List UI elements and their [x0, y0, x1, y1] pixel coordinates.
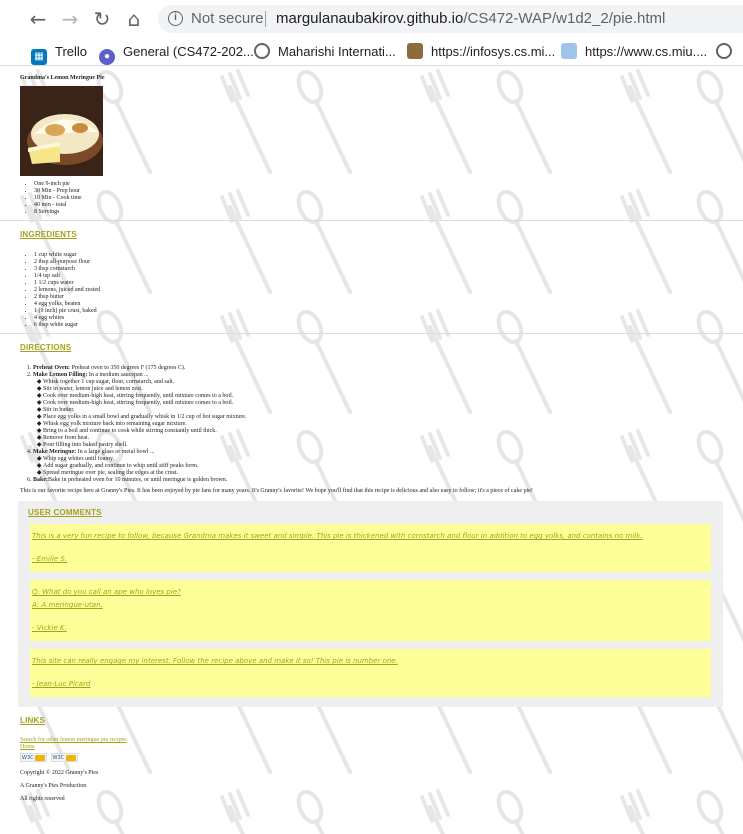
w3c-html-badge[interactable]: W3C [20, 753, 47, 762]
list-item: Whip egg whites until foamy. [43, 456, 725, 463]
home-icon[interactable]: ⌂ [123, 8, 145, 30]
bookmark-overflow[interactable] [716, 42, 740, 62]
intro-paragraph: This is our favorite recipe here at Gran… [20, 488, 533, 494]
comment-author: - Emilie S. [32, 555, 68, 563]
comment-card: This site can really engage my interest.… [30, 649, 711, 697]
list-item: 3 tbsp cornstarch [34, 266, 725, 273]
list-item: 1 (9 inch) pie crust, baked [34, 308, 725, 315]
list-item: 30 Min - Prep hour [34, 188, 725, 195]
list-item: Cook over medium-high heat, stirring fre… [43, 393, 725, 400]
list-item: 40 min - total [34, 202, 725, 209]
page-viewport: Grandma's Lemon Meringue Pie One 9-inch … [0, 67, 743, 834]
bookmark-teams[interactable]: ● General (CS472-202... [99, 42, 254, 65]
list-item: 2 tbsp butter [34, 294, 725, 301]
links-section: LINKS Search for other lemon meringue pi… [20, 717, 725, 762]
comment-text: This site can really engage my interest.… [32, 657, 398, 665]
list-item: 2 lemons, juiced and zested [34, 287, 725, 294]
list-item: 1 cup white sugar [34, 252, 725, 259]
recipe-summary-list: One 9-inch pie 30 Min - Prep hour 10 Min… [20, 181, 725, 216]
section-divider [0, 333, 743, 334]
production-text: A Granny's Pies Production [20, 783, 87, 789]
list-item: Whisk together 1 cup sugar, flour, corns… [43, 379, 725, 386]
teams-icon: ● [99, 49, 115, 65]
list-item: Stir in water, lemon juice and lemon zes… [43, 386, 725, 393]
comments-heading: USER COMMENTS [28, 508, 102, 517]
list-item: Spread meringue over pie, sealing the ed… [43, 470, 725, 477]
pie-photo [20, 86, 103, 176]
rights-text: All rights reserved [20, 796, 65, 802]
list-item: 1 1/2 cups water [34, 280, 725, 287]
ingredients-heading: INGREDIENTS [20, 230, 77, 239]
browser-toolbar: ← → ↻ ⌂ i Not secure margulanaubakirov.g… [0, 0, 743, 38]
reload-icon[interactable]: ↻ [91, 8, 113, 30]
bookmarks-bar: ▦ Trello ● General (CS472-202... Maharishi… [0, 38, 743, 66]
list-item: 2 tbsp all-purpose flour [34, 259, 725, 266]
globe-icon [716, 43, 732, 59]
w3c-css-badge[interactable]: W3C [50, 753, 78, 762]
links-heading: LINKS [20, 716, 45, 725]
direction-step: Make Lemon Filling: In a medium saucepan… [33, 372, 725, 449]
list-item: 8 Servings [34, 209, 725, 216]
list-item: 10 Min - Cook time [34, 195, 725, 202]
direction-step: Make Meringue: In a large glass or metal… [33, 449, 725, 477]
info-icon[interactable]: i [168, 11, 183, 26]
trello-icon: ▦ [31, 49, 47, 65]
list-item: One 9-inch pie [34, 181, 725, 188]
list-item: Remove from heat. [43, 435, 725, 442]
bookmark-cs-miu[interactable]: https://www.cs.miu.... [561, 42, 707, 62]
bookmark-maharishi[interactable]: Maharishi Internati... [254, 42, 396, 62]
ingredients-list: 1 cup white sugar 2 tbsp all-purpose flo… [20, 252, 725, 329]
direction-substeps: Whisk together 1 cup sugar, flour, corns… [33, 379, 725, 449]
recipe-title: Grandma's Lemon Meringue Pie [20, 75, 105, 81]
user-comments-section: USER COMMENTS This is a very fun recipe … [18, 501, 723, 707]
list-item: Bring to a boil and continue to cook whi… [43, 428, 725, 435]
comment-author: - Vickie K. [32, 624, 67, 632]
comment-text: A: A meringue-utan. [32, 601, 103, 609]
home-link[interactable]: Home [20, 744, 725, 751]
back-arrow-icon[interactable]: ← [27, 8, 49, 30]
security-label: Not secure [191, 10, 264, 27]
list-item: 4 egg whites [34, 315, 725, 322]
list-item: 1/4 tsp salt [34, 273, 725, 280]
page-footer: Copyright © 2022 Granny's Pies A Granny'… [20, 770, 725, 803]
forward-arrow-icon[interactable]: → [59, 8, 81, 30]
list-item: Pour filling into baked pastry shell. [43, 442, 725, 449]
bookmark-infosys[interactable]: https://infosys.cs.mi... [407, 42, 555, 62]
list-item: 6 tbsp white sugar [34, 322, 725, 329]
list-item: Cook over medium-high heat, stirring fre… [43, 400, 725, 407]
list-item: Add sugar gradually, and continue to whi… [43, 463, 725, 470]
comment-card: This is a very fun recipe to follow, bec… [30, 524, 711, 572]
directions-heading: DIRECTIONS [20, 343, 72, 352]
comment-text: This is a very fun recipe to follow, bec… [32, 532, 643, 540]
address-separator [265, 11, 266, 27]
validator-badges: W3C W3C [20, 751, 725, 762]
list-item: 4 egg yolks, beaten [34, 301, 725, 308]
directions-list: Preheat Oven: Preheat oven to 350 degree… [20, 365, 725, 484]
image-icon [407, 43, 423, 59]
list-item: Stir in butter. [43, 407, 725, 414]
copyright-text: Copyright © 2022 Granny's Pies [20, 770, 99, 776]
globe-icon [254, 43, 270, 59]
comment-author: - Jean-Luc Picard [32, 680, 91, 688]
direction-step: Preheat Oven: Preheat oven to 350 degree… [33, 365, 725, 372]
search-recipes-link[interactable]: Search for other lemon meringue pie reci… [20, 737, 725, 744]
url-text: margulanaubakirov.github.io/CS472-WAP/w1… [276, 10, 666, 27]
section-divider [0, 220, 743, 221]
direction-substeps: Whip egg whites until foamy. Add sugar g… [33, 456, 725, 477]
direction-step: Bake:Bake in preheated oven for 10 minut… [33, 477, 725, 484]
address-bar[interactable]: i Not secure margulanaubakirov.github.io… [158, 5, 743, 33]
list-item: Place egg yolks in a small bowl and grad… [43, 414, 725, 421]
list-item: Whisk egg yolk mixture back into remaini… [43, 421, 725, 428]
bookmark-trello[interactable]: ▦ Trello [31, 42, 87, 65]
recipe-content: Grandma's Lemon Meringue Pie One 9-inch … [0, 75, 743, 803]
comment-text: Q: What do you call an ape who loves pie… [32, 588, 181, 596]
comment-card: Q: What do you call an ape who loves pie… [30, 580, 711, 641]
document-icon [561, 43, 577, 59]
